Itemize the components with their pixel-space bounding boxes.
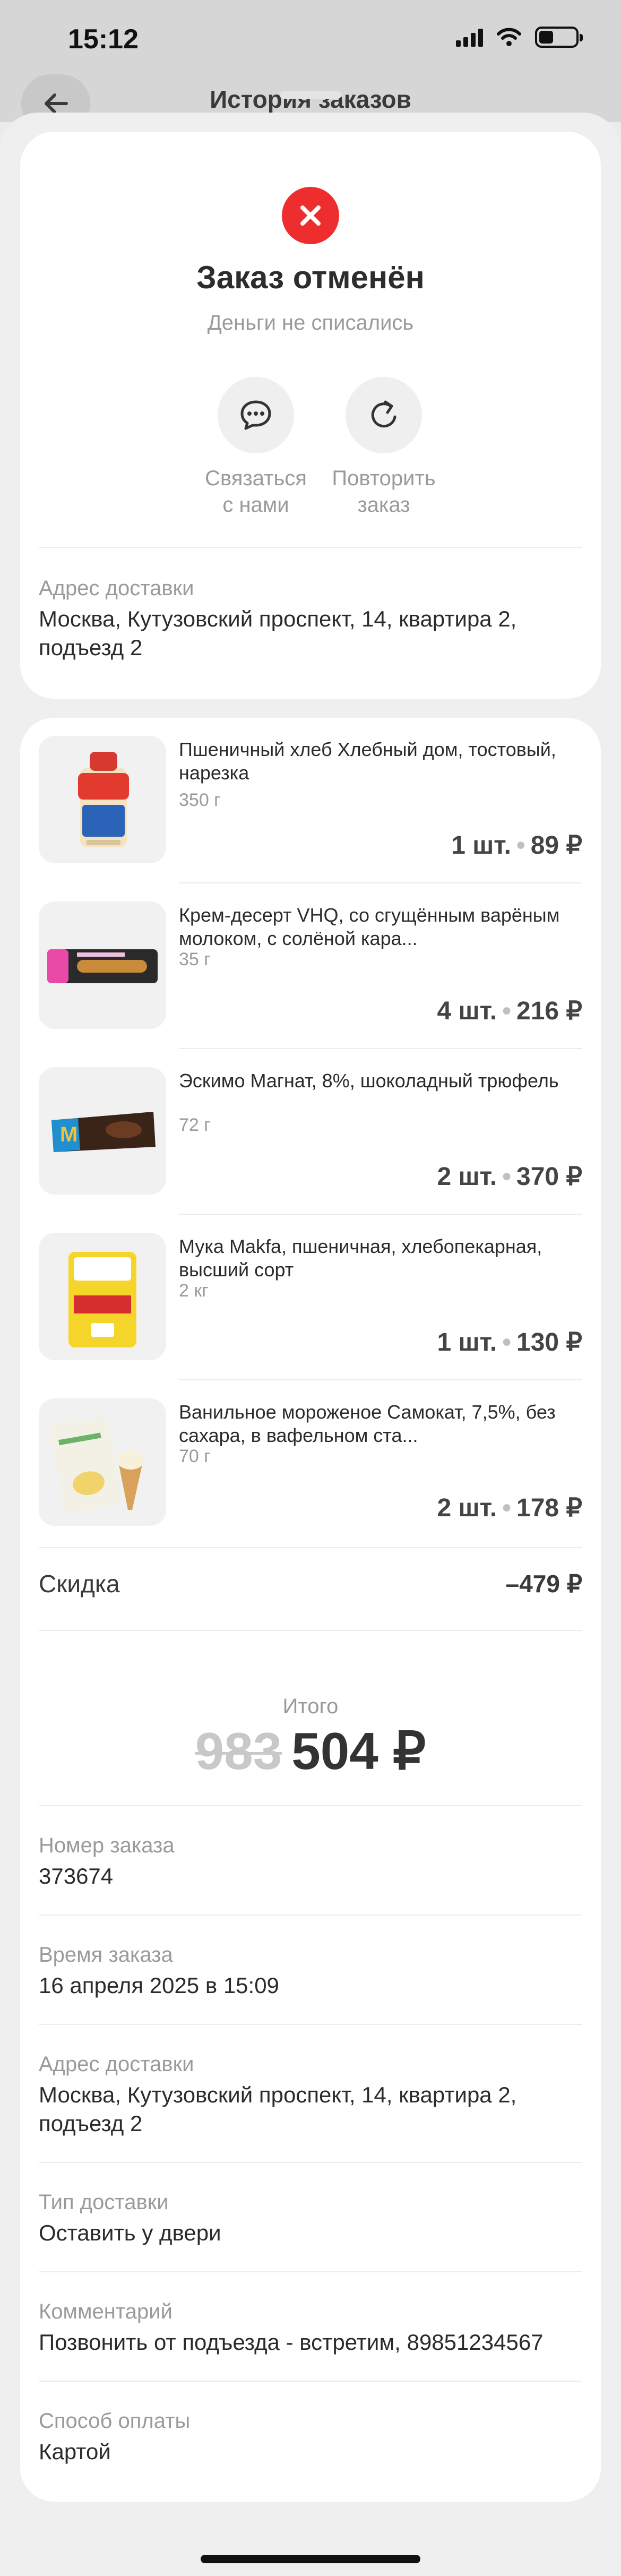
signal-icon (456, 28, 483, 47)
product-weight: 2 кг (179, 1281, 209, 1301)
status-icons (456, 27, 583, 48)
order-number-block: Номер заказа 373674 (39, 1834, 582, 1891)
order-time-value: 16 апреля 2025 в 15:09 (39, 1973, 279, 1998)
list-item[interactable]: Крем-десерт VHQ, со сгущённым варёным мо… (39, 883, 582, 1049)
separator-dot: • (502, 1163, 512, 1191)
payment-method-block: Способ оплаты Картой (39, 2409, 582, 2466)
product-weight: 72 г (179, 1115, 211, 1135)
order-number-label: Номер заказа (39, 1834, 175, 1857)
product-weight: 35 г (179, 949, 211, 969)
product-qty-price: 1 шт. • 130 ₽ (437, 1327, 582, 1357)
delivery-address-block: Адрес доставки Москва, Кутузовский просп… (39, 577, 569, 662)
product-price: 89 ₽ (530, 831, 582, 860)
payment-method-label: Способ оплаты (39, 2409, 191, 2433)
product-qty: 2 шт. (437, 1494, 497, 1522)
divider (39, 1914, 582, 1916)
separator-dot: • (502, 997, 512, 1025)
product-price: 130 ₽ (516, 1328, 582, 1356)
page-title: История заказов (210, 85, 411, 113)
divider (39, 2381, 582, 2382)
total-new-price: 504 ₽ (291, 1722, 426, 1780)
list-item[interactable]: Ванильное мороженое Самокат, 7,5%, без с… (39, 1380, 582, 1546)
product-price: 370 ₽ (516, 1163, 582, 1191)
delivery-type-label: Тип доставки (39, 2191, 169, 2214)
divider (39, 2162, 582, 2163)
total-amount: 983 504 ₽ (20, 1721, 601, 1782)
order-time-block: Время заказа 16 апреля 2025 в 15:09 (39, 1943, 582, 2000)
product-qty-price: 1 шт. • 89 ₽ (451, 830, 582, 860)
product-weight: 70 г (179, 1446, 211, 1466)
order-time-label: Время заказа (39, 1943, 173, 1967)
comment-value: Позвонить от подъезда - встретим, 898512… (39, 2330, 544, 2355)
status-bar: 15:12 (0, 0, 621, 80)
product-qty: 1 шт. (451, 831, 511, 860)
product-image (39, 1233, 166, 1360)
total-label: Итого (282, 1695, 339, 1718)
comment-label: Комментарий (39, 2300, 172, 2323)
cancel-icon (282, 187, 339, 244)
delivery-address-block: Адрес доставки Москва, Кутузовский просп… (39, 2053, 569, 2138)
product-name: Пшеничный хлеб Хлебный дом, тостовый, на… (179, 739, 556, 784)
repeat-order-button[interactable]: Повторить заказ (309, 377, 458, 518)
divider (39, 547, 582, 548)
list-item[interactable]: Мука Makfa, пшеничная, хлебопекарная, вы… (39, 1215, 582, 1380)
list-item[interactable]: M Эскимо Магнат, 8%, шоколадный трюфель … (39, 1049, 582, 1215)
delivery-address-value: Москва, Кутузовский проспект, 14, кварти… (39, 606, 517, 660)
divider (39, 1547, 582, 1548)
product-qty-price: 2 шт. • 370 ₽ (437, 1162, 582, 1191)
product-image: M (39, 1067, 166, 1195)
product-price: 216 ₽ (516, 997, 582, 1025)
divider (39, 1805, 582, 1806)
svg-text:M: M (60, 1123, 77, 1146)
product-name: Мука Makfa, пшеничная, хлебопекарная, вы… (179, 1235, 542, 1281)
product-image (39, 736, 166, 863)
contact-us-label: Связаться с нами (205, 467, 307, 517)
separator-dot: • (502, 1328, 512, 1356)
order-details-card: Пшеничный хлеб Хлебный дом, тостовый, на… (20, 718, 601, 2502)
refresh-icon (346, 377, 422, 453)
discount-label: Скидка (39, 1570, 120, 1598)
order-status-subtitle: Деньги не списались (207, 311, 414, 334)
home-indicator (201, 2555, 420, 2563)
divider (39, 1630, 582, 1631)
product-qty-price: 2 шт. • 178 ₽ (437, 1493, 582, 1523)
product-image (39, 901, 166, 1029)
order-status-card: Заказ отменён Деньги не списались Связат… (20, 132, 601, 699)
product-qty-price: 4 шт. • 216 ₽ (437, 996, 582, 1026)
product-qty: 4 шт. (437, 997, 497, 1025)
product-name: Эскимо Магнат, 8%, шоколадный трюфель (179, 1070, 559, 1092)
delivery-address-value: Москва, Кутузовский проспект, 14, кварти… (39, 2082, 517, 2136)
order-status-title: Заказ отменён (196, 260, 425, 295)
delivery-type-value: Оставить у двери (39, 2220, 221, 2245)
product-image (39, 1398, 166, 1526)
total-old-price: 983 (195, 1722, 282, 1780)
delivery-address-label: Адрес доставки (39, 577, 194, 600)
chat-bubble-icon (218, 377, 294, 453)
product-qty: 2 шт. (437, 1163, 497, 1191)
divider (39, 2271, 582, 2272)
comment-block: Комментарий Позвонить от подъезда - встр… (39, 2300, 582, 2357)
product-weight: 350 г (179, 790, 221, 810)
product-name: Ванильное мороженое Самокат, 7,5%, без с… (179, 1401, 556, 1446)
divider (39, 2024, 582, 2025)
payment-method-value: Картой (39, 2439, 111, 2464)
separator-dot: • (502, 1494, 512, 1522)
product-name: Крем-десерт VHQ, со сгущённым варёным мо… (179, 904, 560, 949)
separator-dot: • (516, 831, 525, 860)
status-time: 15:12 (68, 24, 139, 55)
sheet-grabber[interactable] (280, 91, 341, 99)
repeat-order-label: Повторить заказ (332, 467, 436, 517)
discount-value: –479 ₽ (505, 1570, 582, 1598)
product-qty: 1 шт. (437, 1328, 497, 1356)
battery-icon (535, 27, 583, 48)
delivery-address-label: Адрес доставки (39, 2053, 194, 2076)
delivery-type-block: Тип доставки Оставить у двери (39, 2191, 582, 2247)
contact-us-button[interactable]: Связаться с нами (182, 377, 330, 518)
list-item[interactable]: Пшеничный хлеб Хлебный дом, тостовый, на… (39, 718, 582, 883)
product-price: 178 ₽ (516, 1494, 582, 1522)
wifi-icon (497, 28, 521, 47)
order-number-value: 373674 (39, 1864, 114, 1888)
